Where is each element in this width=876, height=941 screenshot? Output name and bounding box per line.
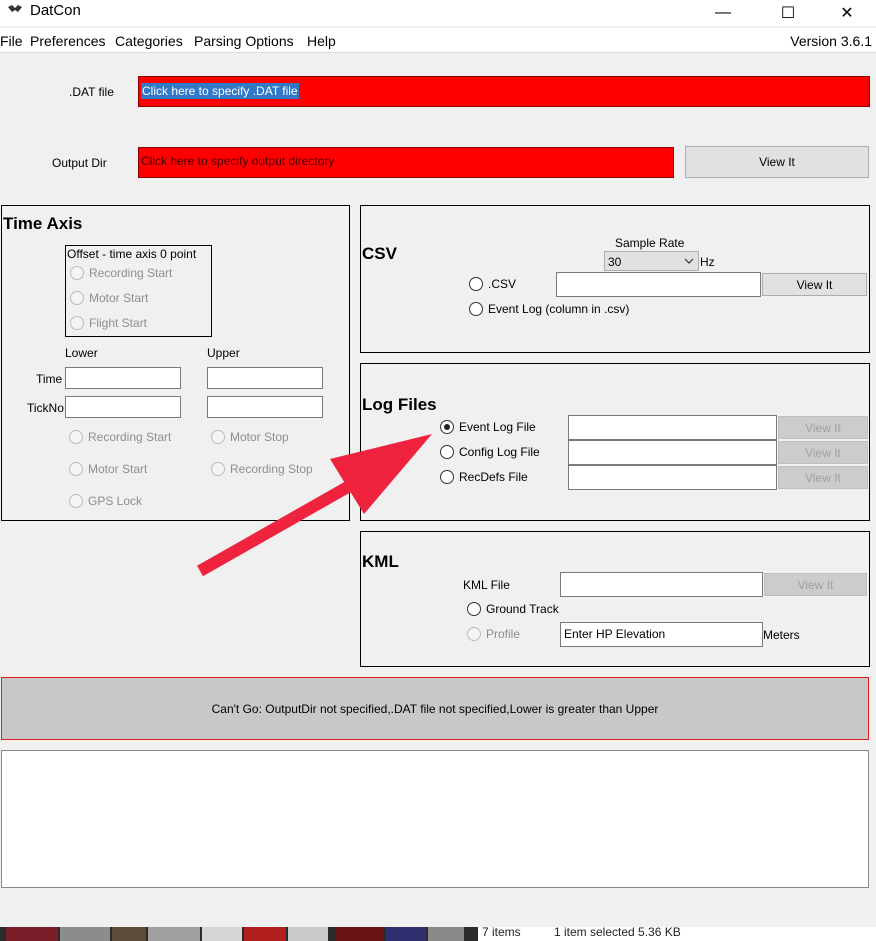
annotation-arrow-icon [197,434,432,577]
